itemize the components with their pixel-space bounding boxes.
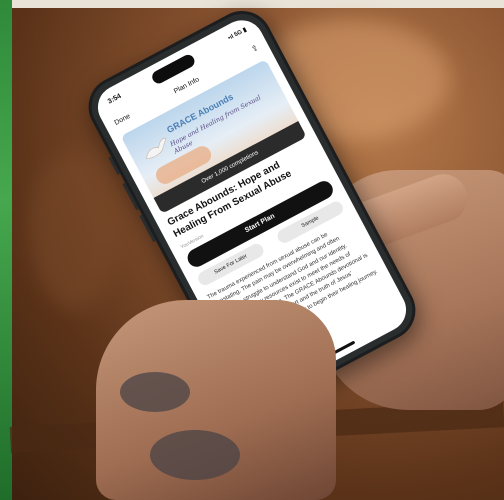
status-time: 3:54 — [106, 92, 123, 106]
background-blur — [30, 150, 120, 310]
status-icons: •ıl 5G ▮ — [227, 27, 248, 42]
photo-scene: 3:54 •ıl 5G ▮ Done Plan Info ⇪ GRACE Abo… — [0, 0, 504, 500]
hand-tattoo — [150, 430, 240, 480]
dove-icon — [145, 137, 167, 160]
green-plant-edge — [0, 0, 12, 500]
hand-tattoo — [120, 372, 190, 412]
background-strip — [0, 0, 504, 8]
